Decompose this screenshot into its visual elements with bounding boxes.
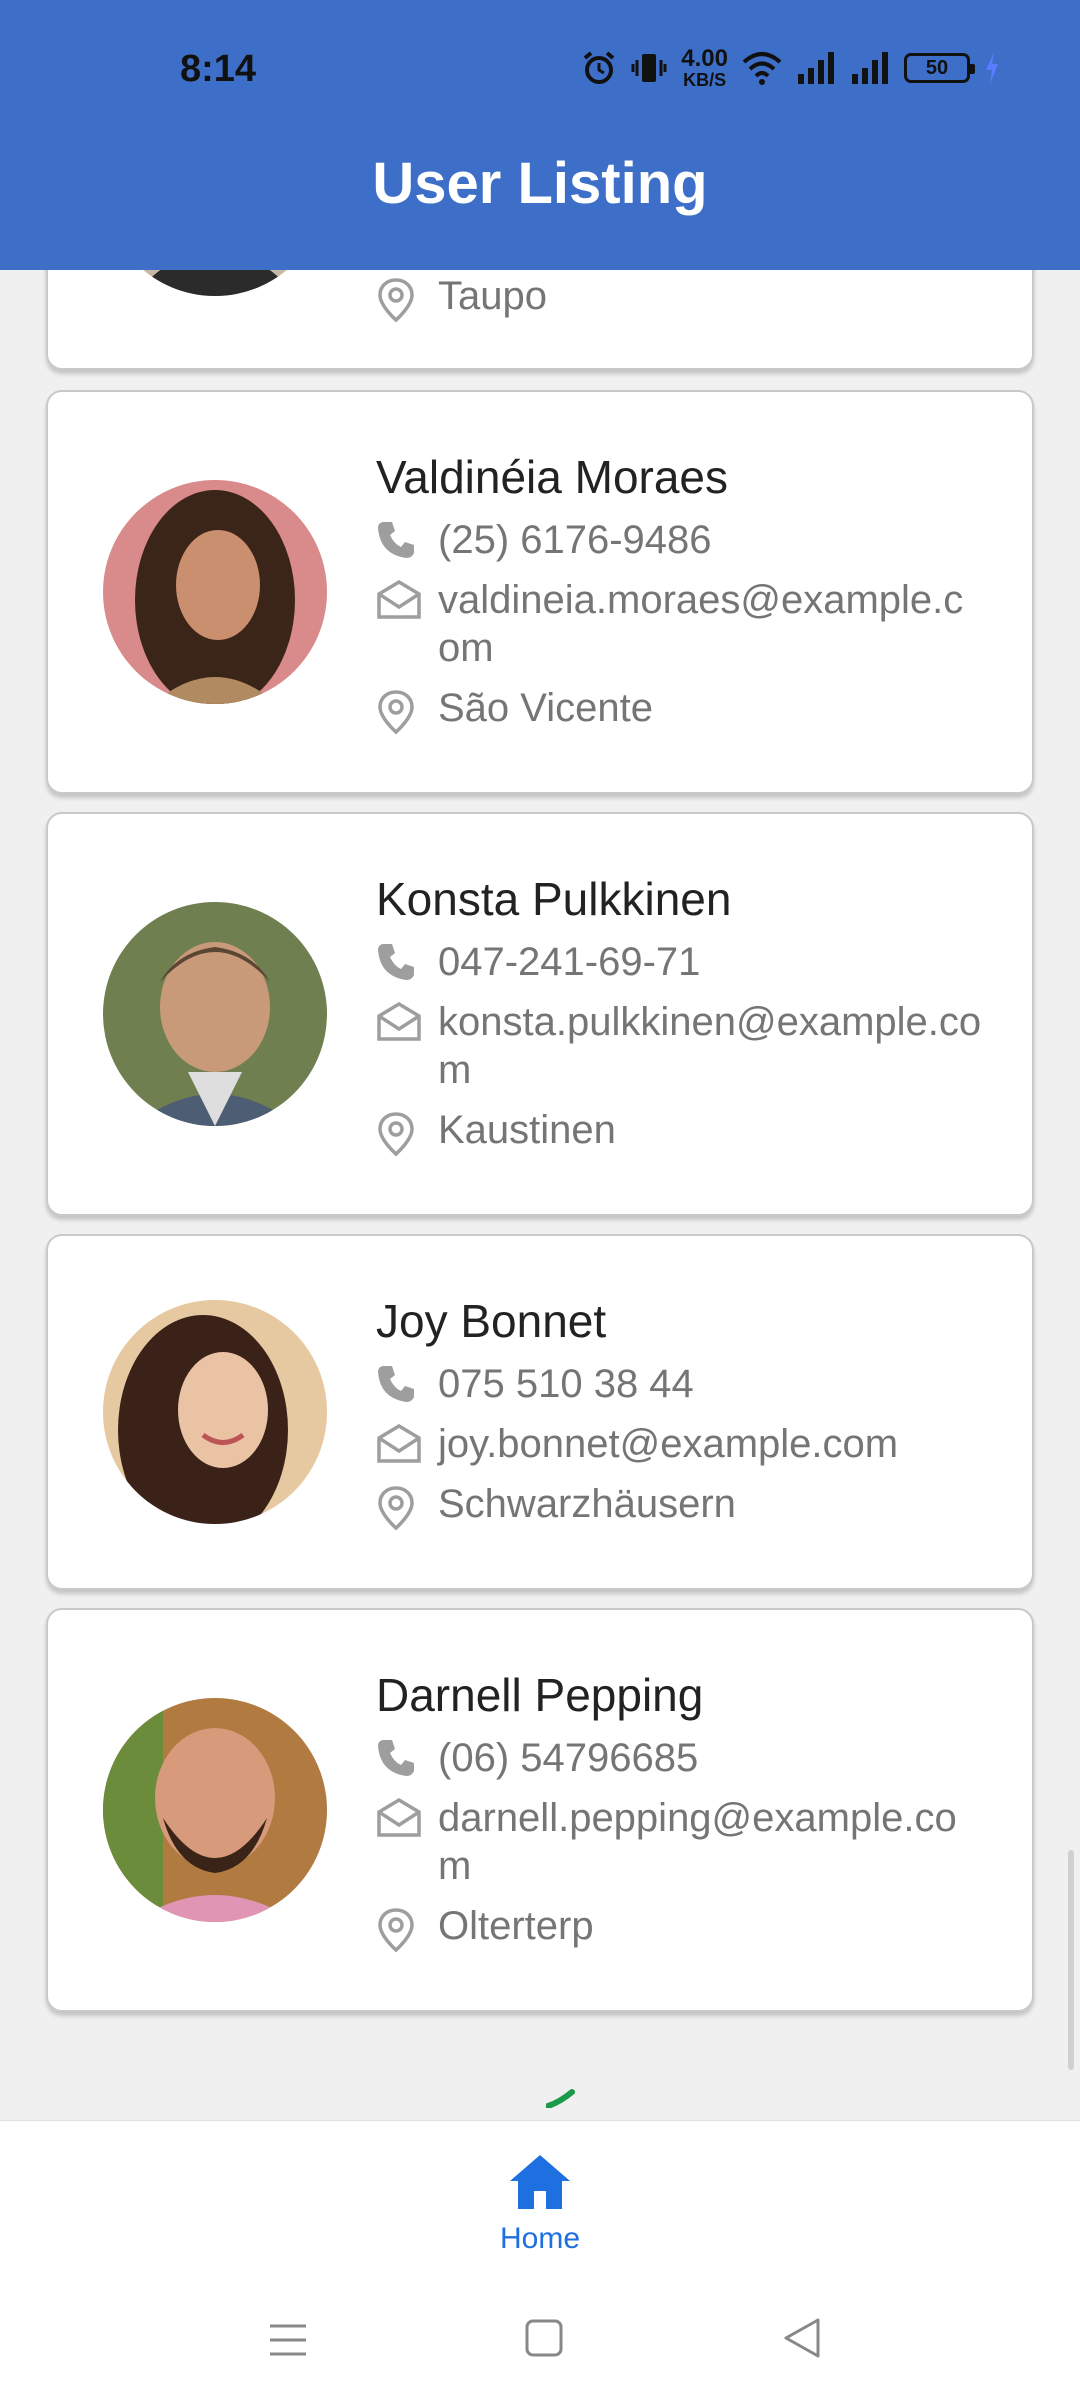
mail-icon: [376, 1420, 438, 1464]
wifi-icon: [742, 52, 782, 85]
location-row: Olterterp: [376, 1902, 982, 1954]
home-icon: [510, 2155, 570, 2209]
location-pin-icon: [376, 272, 438, 324]
user-card[interactable]: Darnell Pepping (06) 54796685 darnell.pe…: [46, 1608, 1034, 2012]
status-icons: 4.00 KB/S 50: [581, 46, 1000, 90]
mail-icon: [376, 576, 438, 620]
menu-icon[interactable]: [268, 2320, 308, 2360]
vibrate-icon: [631, 54, 667, 82]
battery-indicator: 50: [904, 53, 975, 83]
avatar: [103, 1698, 327, 1922]
user-phone: (25) 6176-9486: [438, 518, 712, 562]
location-pin-icon: [376, 1106, 438, 1158]
user-card[interactable]: Joy Bonnet 075 510 38 44 joy.bonnet@exam…: [46, 1234, 1034, 1590]
user-phone: (06) 54796685: [438, 1736, 699, 1780]
signal-icon: [798, 52, 834, 84]
user-location: Taupo: [438, 274, 547, 318]
page-title: User Listing: [372, 151, 708, 216]
user-name: Konsta Pulkkinen: [376, 873, 732, 925]
phone-icon: [376, 1734, 438, 1778]
email-row: konsta.pulkkinen@example.com: [376, 998, 982, 1094]
network-speed: 4.00 KB/S: [681, 45, 728, 90]
net-speed-unit: KB/S: [683, 70, 727, 90]
location-row: São Vicente: [376, 684, 982, 736]
app-bar: 8:14 4.00 KB/S 50 User Listing: [0, 0, 1080, 270]
signal-icon-2: [852, 52, 888, 84]
avatar: [103, 902, 327, 1126]
location-row: Schwarzhäusern: [376, 1480, 982, 1532]
location-pin-icon: [376, 684, 438, 736]
user-phone: 075 510 38 44: [438, 1362, 694, 1406]
user-name: Darnell Pepping: [376, 1669, 704, 1721]
user-location: São Vicente: [438, 686, 653, 730]
user-card[interactable]: Valdinéia Moraes (25) 6176-9486 valdinei…: [46, 390, 1034, 794]
email-row: valdineia.moraes@example.com: [376, 576, 982, 672]
phone-icon: [376, 1360, 438, 1404]
user-phone: 047-241-69-71: [438, 940, 701, 984]
mail-icon: [376, 1794, 438, 1838]
net-speed-value: 4.00: [681, 45, 728, 72]
scrollbar[interactable]: [1068, 1850, 1074, 2070]
system-navigation-bar: [0, 2300, 1080, 2380]
user-email: joy.bonnet@example.com: [438, 1422, 899, 1466]
home-square-icon[interactable]: [524, 2318, 564, 2358]
phone-icon: [376, 938, 438, 982]
user-email: darnell.pepping@example.com: [438, 1796, 957, 1888]
user-email: valdineia.moraes@example.com: [438, 578, 964, 670]
status-time: 8:14: [180, 48, 257, 90]
phone-row: 047-241-69-71: [376, 938, 982, 986]
user-email: konsta.pulkkinen@example.com: [438, 1000, 982, 1092]
email-row: darnell.pepping@example.com: [376, 1794, 982, 1890]
user-location: Olterterp: [438, 1904, 594, 1948]
phone-row: (25) 6176-9486: [376, 516, 982, 564]
user-name: Valdinéia Moraes: [376, 451, 729, 503]
mail-icon: [376, 998, 438, 1042]
loading-spinner: [546, 2089, 575, 2108]
user-location: Schwarzhäusern: [438, 1482, 736, 1526]
location-pin-icon: [376, 1902, 438, 1954]
location-row: Taupo: [376, 272, 982, 324]
avatar: [103, 480, 327, 704]
tab-home[interactable]: Home: [480, 2151, 600, 2256]
user-location: Kaustinen: [438, 1108, 616, 1152]
email-row: joy.bonnet@example.com: [376, 1420, 982, 1468]
phone-row: (06) 54796685: [376, 1734, 982, 1782]
location-pin-icon: [376, 1480, 438, 1532]
location-row: Kaustinen: [376, 1106, 982, 1158]
user-card[interactable]: Konsta Pulkkinen 047-241-69-71 konsta.pu…: [46, 812, 1034, 1216]
phone-icon: [376, 516, 438, 560]
alarm-icon: [584, 51, 615, 84]
tab-home-label: Home: [499, 2222, 581, 2255]
phone-row: 075 510 38 44: [376, 1360, 982, 1408]
battery-level: 50: [925, 56, 949, 79]
user-name: Joy Bonnet: [376, 1295, 607, 1347]
charging-icon: [986, 52, 998, 84]
back-icon[interactable]: [782, 2316, 822, 2360]
avatar: [103, 1300, 327, 1524]
